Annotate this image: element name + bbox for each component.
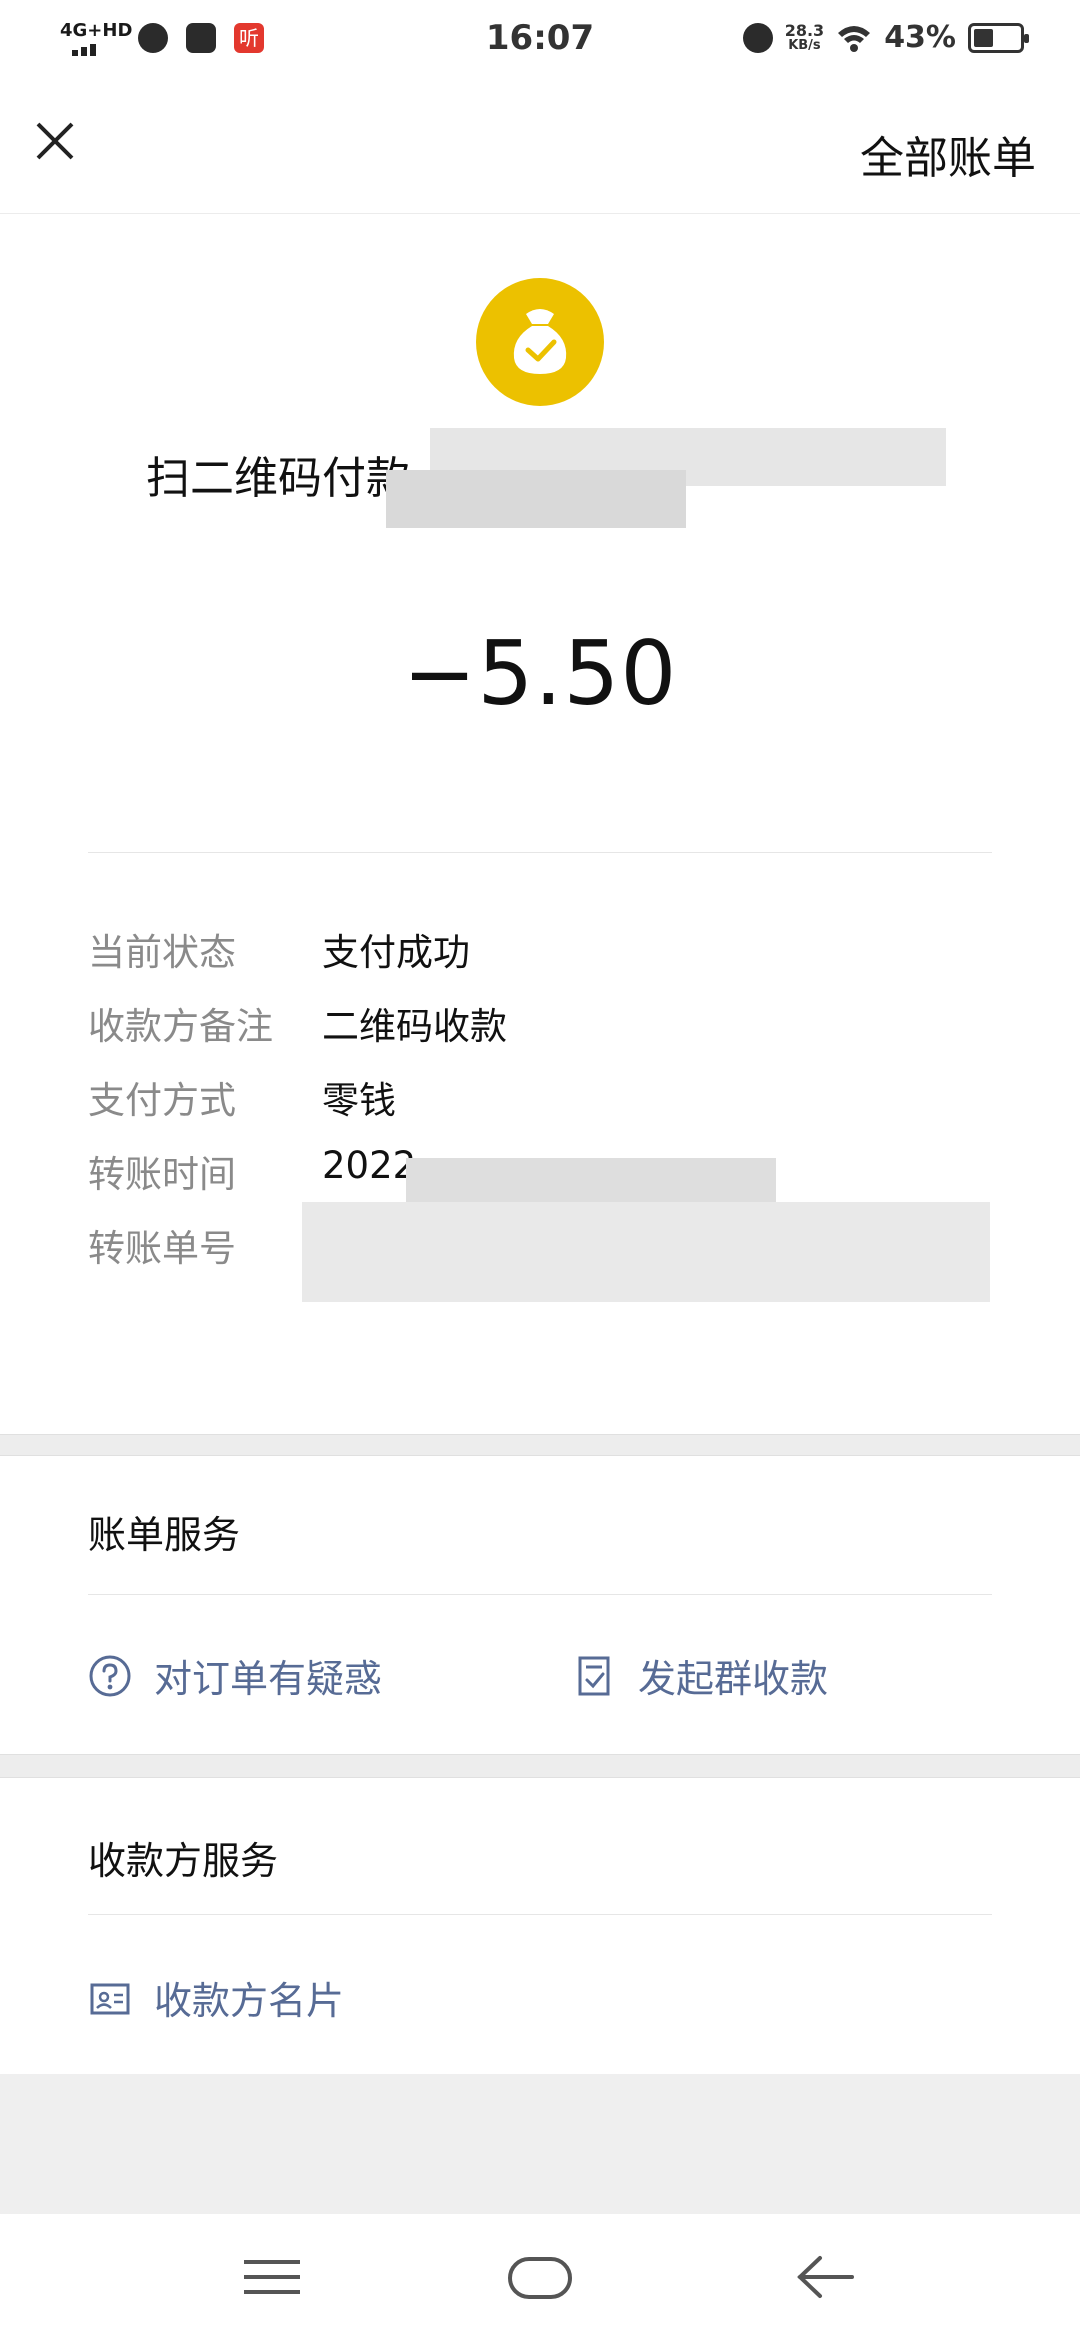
wifi-icon: [838, 25, 871, 52]
page-background: [0, 2074, 1080, 2214]
detail-row-payment-method: 支付方式 零钱: [88, 1070, 992, 1122]
detail-label: 转账时间: [88, 1153, 236, 1196]
alarm-icon: [742, 22, 773, 53]
divider: [88, 1914, 992, 1915]
bill-service-card: 账单服务 对订单有疑惑 发起群收款: [0, 1456, 1080, 1754]
detail-label: 转账单号: [88, 1227, 236, 1270]
redacted-transfer-number: [302, 1202, 990, 1302]
all-bills-link[interactable]: 全部账单: [860, 122, 1036, 186]
battery-icon: [968, 22, 1029, 53]
nav-bar: 全部账单: [0, 82, 1080, 214]
network-speed: 28.3 KB/s: [784, 20, 825, 53]
home-icon[interactable]: [500, 2244, 580, 2310]
payee-card-button[interactable]: 收款方名片: [88, 1970, 344, 2025]
detail-value: 支付成功: [322, 931, 470, 974]
document-check-icon: [578, 1656, 610, 1695]
detail-value: 零钱: [322, 1079, 396, 1122]
divider: [88, 852, 992, 853]
detail-row-payee-note: 收款方备注 二维码收款: [88, 996, 992, 1048]
amount: −5.50: [402, 622, 678, 725]
detail-row-status: 当前状态 支付成功: [88, 922, 992, 974]
question-circle-icon: [89, 1655, 131, 1696]
redacted-merchant-name-line2: [386, 470, 686, 528]
bill-service-title: 账单服务: [88, 1513, 241, 1557]
close-icon[interactable]: [26, 112, 96, 182]
detail-label: 支付方式: [88, 1079, 236, 1122]
action-label: 发起群收款: [638, 1657, 829, 1701]
transaction-title: 扫二维码付款-: [146, 453, 426, 504]
payee-service-title: 收款方服务: [88, 1839, 279, 1883]
detail-label: 当前状态: [88, 931, 236, 974]
speed-value: 28.3: [784, 20, 825, 40]
divider: [88, 1594, 992, 1595]
menu-icon[interactable]: [232, 2244, 312, 2310]
group-collection-button[interactable]: 发起群收款: [572, 1648, 828, 1703]
detail-label: 收款方备注: [88, 1005, 273, 1048]
battery-percentage: 43%: [884, 20, 956, 55]
status-right: 28.3 KB/s 43%: [742, 20, 1029, 55]
action-label: 收款方名片: [154, 1979, 345, 2023]
section-gap: [0, 1754, 1080, 1778]
payee-service-card: 收款方服务 收款方名片: [0, 1778, 1080, 2074]
order-question-button[interactable]: 对订单有疑惑: [88, 1648, 382, 1703]
section-gap: [0, 1434, 1080, 1456]
back-icon[interactable]: [784, 2244, 864, 2310]
transaction-card: 扫二维码付款- −5.50 当前状态 支付成功 收款方备注 二维码收款 支付方式…: [0, 214, 1080, 1434]
status-bar: 4G+HD 听 16:07 28.3 KB/s 43%: [0, 0, 1080, 82]
detail-value: 2022: [322, 1144, 417, 1187]
id-card-icon: [90, 1983, 130, 2014]
speed-unit: KB/s: [788, 37, 821, 53]
system-nav-bar: [0, 2214, 1080, 2340]
detail-value: 二维码收款: [322, 1005, 507, 1048]
money-bag-icon: [476, 278, 604, 406]
action-label: 对订单有疑惑: [154, 1657, 383, 1701]
